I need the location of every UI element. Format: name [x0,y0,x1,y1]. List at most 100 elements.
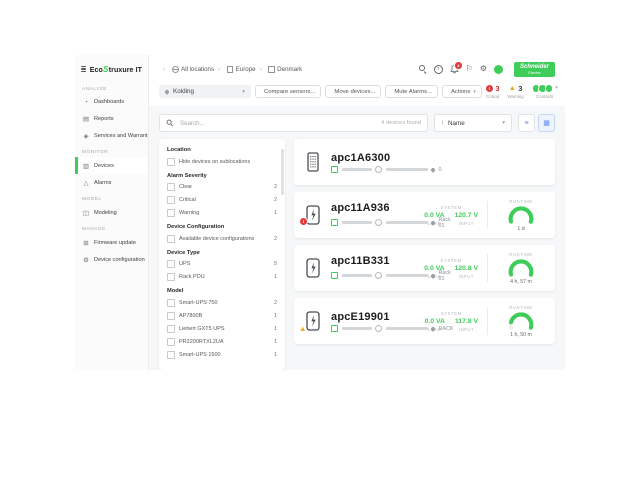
filter-option-count: 1 [271,210,277,216]
button-label: Compare sensors... [264,89,315,95]
serial-number-icon [375,166,382,173]
checkbox[interactable] [167,183,175,191]
action-buttons: Compare sensors... ▾ Move devices... ▾ M… [255,85,482,98]
search-input[interactable] [178,119,377,128]
device-name[interactable]: apcE19901 [331,311,425,323]
input-label: INPUT [455,274,478,279]
breadcrumb-icon [227,66,234,74]
schneider-electric-logo[interactable]: Schneider Electric [514,62,555,77]
search-icon[interactable] [419,65,427,73]
runtime-block: RUNTIME 1 d [497,199,545,233]
breadcrumb-item[interactable]: All locations [159,66,214,73]
checkbox[interactable] [167,325,175,333]
device-name[interactable]: apc11B331 [331,255,424,267]
filter-option-label: PR2200RTXL2UA [179,339,224,345]
sidebar-item[interactable]: Reports [75,110,148,127]
device-metrics: SYSTEM 0.0 VALOAD 120.7 VINPUT RUNTIME [424,199,545,233]
device-card[interactable]: apc11B331 Rack 01 [294,245,555,291]
breadcrumb-item[interactable]: Europe [214,66,256,74]
sort-dropdown[interactable]: ↕ Name ▾ [434,114,512,132]
sidebar-item[interactable]: Devices [75,157,148,174]
warning-status[interactable]: ▲3 Warning [508,84,524,100]
device-subtitle: Rack 01 [331,270,424,282]
contacts-status[interactable]: ▾ Contacts [532,84,558,100]
checkbox[interactable] [167,338,175,346]
sidebar-item-icon [82,115,90,123]
filter-option-label: Rack PDU [179,274,205,280]
filter-group: Device Configuration Available device co… [167,224,277,243]
filter-group-title: Location [167,147,277,153]
filter-option[interactable]: Smart-UPS 750 2 [167,299,277,307]
runtime-block: RUNTIME 4 h, 57 m [497,252,545,286]
sidebar-item[interactable]: Services and Warranties [75,127,148,144]
sidebar-item[interactable]: Alarms [75,174,148,191]
device-card[interactable]: apc11A936 Rack 01 [294,192,555,238]
sidebar-item[interactable]: Device configuration [75,251,148,268]
user-avatar[interactable] [494,65,503,74]
device-location: 0 [439,167,442,173]
device-card[interactable]: apcE19901 RACK [294,298,555,344]
checkbox[interactable] [167,260,175,268]
settings-gear-icon[interactable]: ⚙ [480,65,487,73]
redacted-serial-number [386,221,428,225]
filter-option-count: 1 [271,274,277,280]
top-bar: All locations Europe Denmark ? 4 [149,55,565,106]
device-name[interactable]: apc1A6300 [331,152,545,164]
filter-option[interactable]: AP7800B 1 [167,312,277,320]
checkbox[interactable] [167,158,175,166]
checkbox[interactable] [167,312,175,320]
filter-option-count: 2 [271,184,277,190]
filter-group-title: Device Configuration [167,224,277,230]
sidebar-item[interactable]: Dashboards [75,94,148,110]
filter-scrollbar[interactable] [281,149,284,195]
card-view-button[interactable]: ▦ [538,114,555,132]
filter-option[interactable]: Hide devices on sublocations [167,158,277,166]
filter-option[interactable]: Available device configurations 2 [167,235,277,243]
checkbox[interactable] [167,299,175,307]
menu-icon[interactable] [81,66,86,73]
filter-option[interactable]: PR2200RTXL2UA 1 [167,338,277,346]
breadcrumb-label: Denmark [277,66,302,73]
filter-option[interactable]: UPS 5 [167,260,277,268]
action-button[interactable]: Compare sensors... ▾ [255,85,321,98]
filter-option[interactable]: Liebert GXT5 UPS 1 [167,325,277,333]
feedback-flag-icon[interactable]: ⚐ [466,65,473,73]
devices-toolbar: 4 devices found ↕ Name ▾ ≡ ▦ [149,106,565,132]
device-name[interactable]: apc11A936 [331,202,424,214]
breadcrumb-item[interactable]: Denmark [256,66,303,74]
critical-status[interactable]: !3 Critical [486,84,500,100]
sidebar-item-icon [82,239,90,247]
device-metrics: SYSTEM 0.0 VALOAD 120.8 VINPUT RUNTIME [424,252,545,286]
checkbox[interactable] [167,196,175,204]
help-icon[interactable]: ? [434,65,443,74]
action-button[interactable]: Mute Alarms... ▾ [385,85,438,98]
location-selector[interactable]: Kolding ▾ [159,85,251,98]
input-label: INPUT [455,221,478,226]
ecostruxure-app-window: EcoStruxure IT Analyze Dashboards Report… [75,55,565,370]
sidebar-section: Manage Firmware update Device configurat… [75,221,148,268]
checkbox[interactable] [167,209,175,217]
search-box[interactable]: 4 devices found [159,114,428,132]
filter-group: Device Type UPS 5 Rack PDU [167,250,277,282]
search-icon [167,120,174,127]
filter-option-label: Warning [179,210,199,216]
filter-option-count: 1 [271,313,277,319]
filter-option[interactable]: Critical 2 [167,196,277,204]
checkbox[interactable] [167,351,175,359]
sidebar-item[interactable]: Modeling [75,204,148,221]
list-view-button[interactable]: ≡ [518,114,535,132]
device-card[interactable]: apc1A6300 0 [294,139,555,185]
device-subtitle: 0 [331,166,545,173]
sidebar-item[interactable]: Firmware update [75,234,148,251]
action-button[interactable]: Actions ▾ [442,85,482,98]
filter-option[interactable]: Warning 1 [167,209,277,217]
filter-option[interactable]: Clear 2 [167,183,277,191]
notifications-bell-icon[interactable]: 4 [450,64,459,74]
filter-option[interactable]: Rack PDU 1 [167,273,277,281]
filter-option[interactable]: Smart-UPS 1500 1 [167,351,277,359]
filter-option-label: Hide devices on sublocations [179,159,250,165]
checkbox[interactable] [167,273,175,281]
checkbox[interactable] [167,235,175,243]
action-button[interactable]: Move devices... ▾ [325,85,381,98]
serial-number-icon [375,272,382,279]
